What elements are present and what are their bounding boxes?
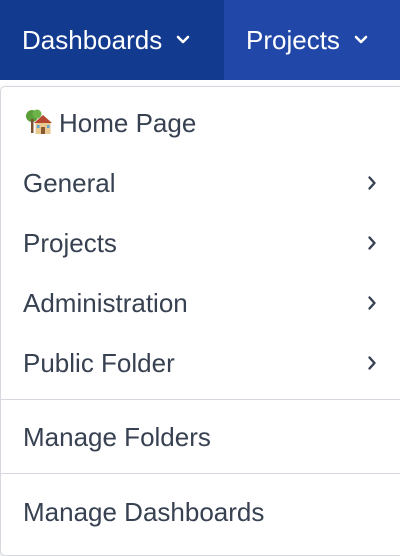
menu-item-administration[interactable]: Administration	[23, 283, 377, 323]
chevron-down-icon	[176, 35, 190, 45]
menu-item-manage-dashboards-label: Manage Dashboards	[23, 496, 265, 527]
menu-item-public-folder-label: Public Folder	[23, 347, 175, 378]
menu-item-public-folder[interactable]: Public Folder	[23, 343, 377, 383]
menu-item-home-label: Home Page	[59, 107, 197, 138]
home-icon	[23, 109, 53, 137]
menu-divider	[1, 473, 400, 474]
nav-projects-button[interactable]: Projects	[224, 0, 400, 80]
nav-dashboards-button[interactable]: Dashboards	[0, 0, 224, 80]
chevron-right-icon	[367, 355, 377, 371]
nav-dashboards-label: Dashboards	[22, 24, 163, 55]
menu-item-projects-label: Projects	[23, 227, 117, 258]
menu-divider	[1, 399, 400, 400]
top-navigation-bar: Dashboards Projects	[0, 0, 400, 80]
chevron-right-icon	[367, 235, 377, 251]
menu-item-projects[interactable]: Projects	[23, 223, 377, 263]
chevron-right-icon	[367, 295, 377, 311]
dashboards-dropdown-menu: Home Page General Projects Administratio…	[0, 86, 400, 556]
chevron-right-icon	[367, 175, 377, 191]
nav-projects-label: Projects	[246, 24, 340, 55]
menu-item-general-label: General	[23, 167, 116, 198]
chevron-down-icon	[354, 35, 368, 45]
menu-item-home-page[interactable]: Home Page	[23, 103, 377, 143]
menu-item-manage-dashboards[interactable]: Manage Dashboards	[23, 492, 377, 532]
menu-item-manage-folders-label: Manage Folders	[23, 421, 211, 452]
menu-item-manage-folders[interactable]: Manage Folders	[23, 417, 377, 457]
menu-item-general[interactable]: General	[23, 163, 377, 203]
menu-item-administration-label: Administration	[23, 287, 188, 318]
